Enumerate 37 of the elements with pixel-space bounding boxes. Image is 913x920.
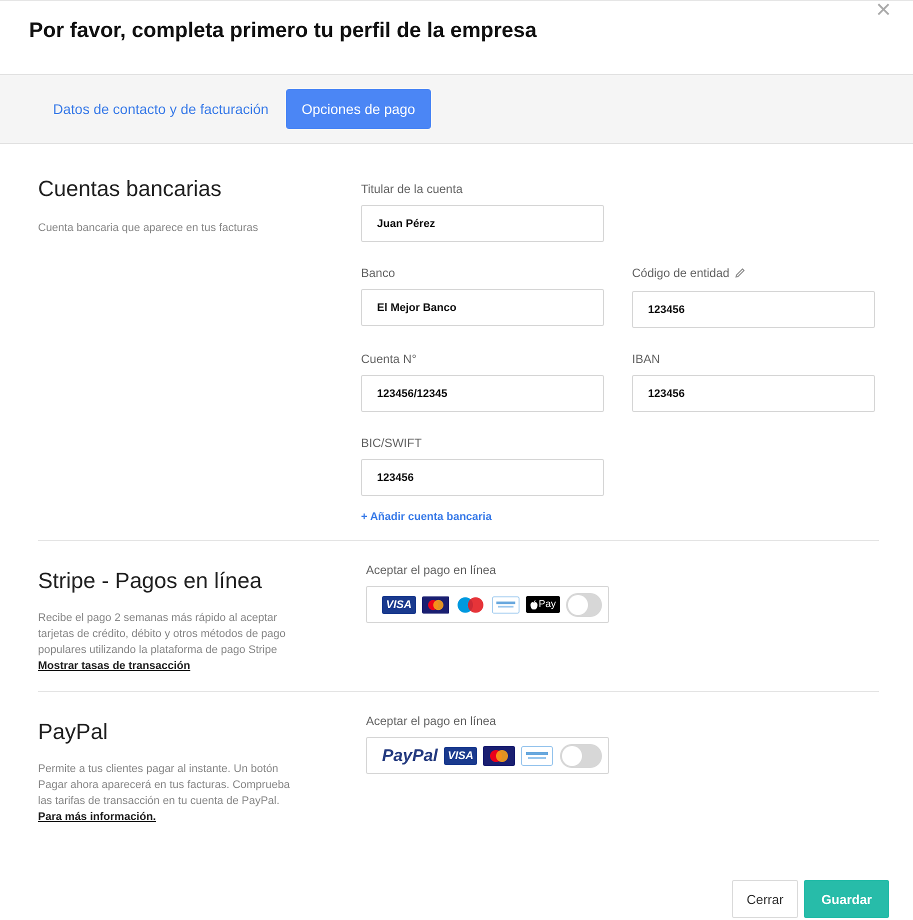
section-heading: Cuentas bancarias xyxy=(38,176,222,202)
card-logo-icon xyxy=(521,746,554,766)
input-field[interactable]: El Mejor Banco xyxy=(361,289,604,326)
input-field[interactable]: 123456 xyxy=(361,459,604,496)
paypal-logo: PayPal xyxy=(382,746,438,766)
tab[interactable]: Datos de contacto y de facturación xyxy=(40,89,282,129)
dialog-title: Por favor, completa primero tu perfil de la empresa xyxy=(29,19,537,43)
card-logo-icon xyxy=(492,594,520,614)
card-logo-icon xyxy=(455,594,486,614)
field-label: Titular de la cuenta xyxy=(361,182,463,196)
input-field[interactable]: 123456 xyxy=(632,291,875,328)
field-label: Aceptar el pago en línea xyxy=(366,563,496,577)
section-heading: Stripe - Pagos en línea xyxy=(38,568,262,594)
field-label: BIC/SWIFT xyxy=(361,436,422,450)
section-description: Recibe el pago 2 semanas más rápido al aceptar tarjetas de crédito, débito y otros métodos de pago populares utilizando la plataforma de pago Stripe xyxy=(38,612,286,656)
section-description: Permite a tus clientes pagar al instante. Un botón Pagar ahora aparecerá en tus facturas. Comprueba las tarifas de transacción en tu cuenta de PayPal. xyxy=(38,763,290,807)
card-logo: Pay xyxy=(526,596,560,613)
add-bank-account-link[interactable]: + Añadir cuenta bancaria xyxy=(361,511,604,523)
input-field[interactable]: 123456/12345 xyxy=(361,375,604,412)
toggle-switch[interactable] xyxy=(566,592,602,616)
field-label: IBAN xyxy=(632,352,660,366)
input-field[interactable]: Juan Pérez xyxy=(361,205,604,242)
field-label: Banco xyxy=(361,266,396,280)
section-heading: PayPal xyxy=(38,719,108,745)
section-description: Cuenta bancaria que aparece en tus facturas xyxy=(38,222,258,234)
info-link[interactable]: Para más información. xyxy=(38,811,156,823)
input-field[interactable]: 123456 xyxy=(632,375,875,412)
close-dialog-button[interactable]: Cerrar xyxy=(732,880,798,918)
card-logo-icon xyxy=(422,594,450,614)
card-logo: VISA xyxy=(382,596,416,614)
toggle-switch[interactable] xyxy=(560,744,602,768)
field-label: Código de entidad xyxy=(632,266,730,280)
field-label: Cuenta N° xyxy=(361,352,416,366)
field-label: Aceptar el pago en línea xyxy=(366,714,496,728)
card-logo-icon xyxy=(483,746,516,766)
card-logo: VISA xyxy=(444,746,478,764)
info-link[interactable]: Mostrar tasas de transacción xyxy=(38,660,190,672)
